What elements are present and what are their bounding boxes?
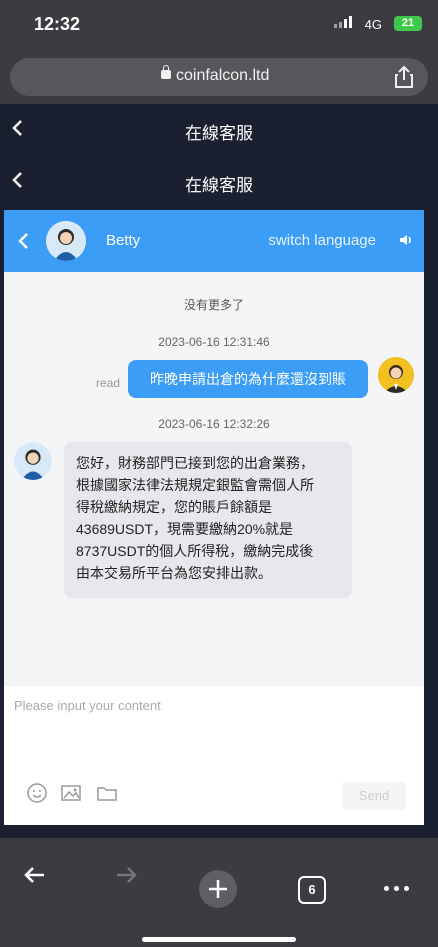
image-icon[interactable] <box>60 782 82 809</box>
speaker-icon[interactable] <box>398 232 414 253</box>
message-line: 您好，財務部門已接到您的出倉業務， <box>76 455 314 471</box>
browser-bottom-bar: 6 <box>0 838 438 947</box>
forward-icon[interactable] <box>113 862 139 893</box>
message-input[interactable]: Please input your content <box>14 698 161 713</box>
status-time: 12:32 <box>34 14 81 34</box>
share-icon[interactable] <box>394 65 414 94</box>
browser-toolbar: coinfalcon.ltd <box>0 52 438 104</box>
status-bar: 12:32 4G 21 <box>0 0 438 52</box>
page-title: 在線客服 <box>185 176 253 195</box>
message-line: 得稅繳納規定，您的賬戶餘額是 <box>76 499 272 515</box>
agent-avatar <box>14 442 52 480</box>
plus-icon[interactable] <box>199 870 237 908</box>
folder-icon[interactable] <box>96 782 118 809</box>
emoji-icon[interactable] <box>26 782 48 809</box>
home-indicator <box>142 937 296 942</box>
switch-language-button[interactable]: switch language <box>268 232 376 249</box>
network-label: 4G <box>364 17 382 32</box>
lock-icon <box>161 65 171 79</box>
agent-name: Betty <box>106 232 141 249</box>
timestamp: 2023-06-16 12:32:26 <box>158 417 270 431</box>
message-line: 根據國家法律法規規定銀監會需個人所 <box>76 477 314 493</box>
no-more-label: 没有更多了 <box>183 298 244 312</box>
agent-avatar <box>46 221 86 261</box>
more-icon[interactable] <box>384 886 409 891</box>
page-header-inner: 在線客服 <box>0 156 438 208</box>
send-button[interactable]: Send <box>342 782 406 810</box>
read-status: read <box>96 376 121 390</box>
address-bar[interactable]: coinfalcon.ltd <box>10 58 428 96</box>
outgoing-message: 昨晚申請出倉的為什麼還沒到賬 <box>128 360 368 398</box>
signal-icon <box>334 16 352 28</box>
url-text: coinfalcon.ltd <box>176 67 270 84</box>
composer[interactable]: Please input your content Send <box>4 686 424 825</box>
chat-panel: Betty switch language 没有更多了 2023-06-16 1… <box>4 210 424 825</box>
user-avatar <box>378 357 414 393</box>
battery-icon: 21 <box>394 16 422 31</box>
message-line: 43689USDT，現需要繳納20%就是 <box>76 521 294 537</box>
incoming-message: 您好，財務部門已接到您的出倉業務， 根據國家法律法規規定銀監會需個人所 得稅繳納… <box>64 442 352 598</box>
message-line: 8737USDT的個人所得稅，繳納完成後 <box>76 543 314 559</box>
chat-header: Betty switch language <box>4 210 424 272</box>
back-icon[interactable] <box>16 232 32 250</box>
tabs-button[interactable]: 6 <box>298 876 326 904</box>
back-icon[interactable] <box>22 862 48 893</box>
page-header-outer: 在線客服 <box>0 104 438 156</box>
page-title: 在線客服 <box>185 124 253 143</box>
timestamp: 2023-06-16 12:31:46 <box>158 335 270 349</box>
message-line: 由本交易所平台為您安排出款。 <box>76 565 272 581</box>
